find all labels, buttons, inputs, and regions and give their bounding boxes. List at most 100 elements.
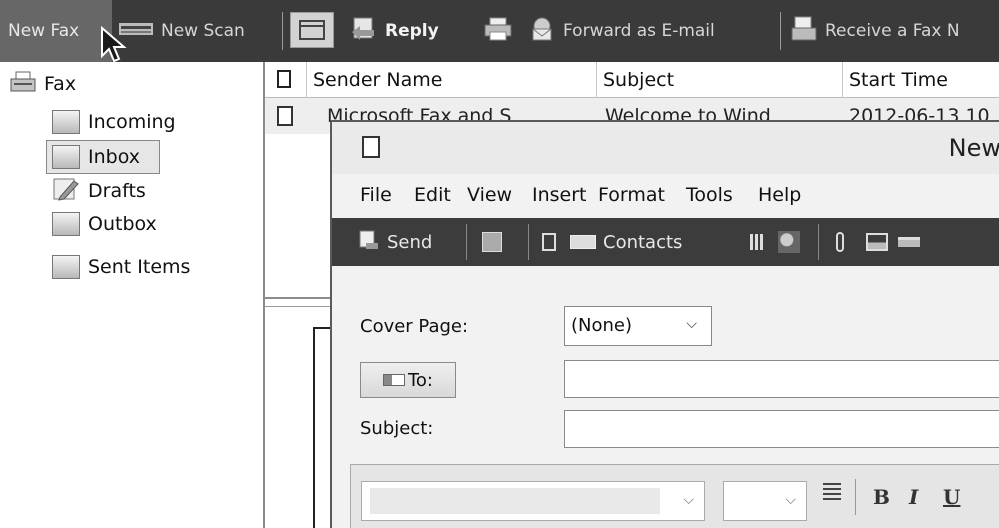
tree-item-label: Incoming xyxy=(88,111,176,133)
to-button[interactable]: To: xyxy=(360,362,456,398)
list-icon xyxy=(823,483,841,501)
forward-as-email-button[interactable]: Forward as E-mail xyxy=(528,14,715,48)
view-toggle-button[interactable] xyxy=(290,12,334,48)
main-toolbar: New Fax New Scan Reply Forward as E-mail xyxy=(0,0,999,63)
receive-fax-button[interactable]: Receive a Fax N xyxy=(790,14,960,48)
cover-page-button[interactable] xyxy=(542,225,556,259)
tree-item-label: Outbox xyxy=(88,213,157,235)
subject-label: Subject: xyxy=(360,418,434,439)
preview-pane-icon xyxy=(290,12,334,48)
column-header-label: Sender Name xyxy=(313,69,443,91)
column-header-subject[interactable]: Subject xyxy=(597,62,843,98)
contacts-button[interactable]: Contacts xyxy=(570,225,682,259)
tree-item-fax[interactable]: Fax xyxy=(10,70,76,98)
folder-tree: Fax Incoming Inbox Drafts Outbox Sent It… xyxy=(0,62,263,528)
chevron-down-icon: ⌵ xyxy=(683,492,694,508)
attach-button[interactable] xyxy=(836,225,844,259)
inbox-folder-icon xyxy=(52,145,80,169)
print-button[interactable] xyxy=(484,14,519,48)
save-icon xyxy=(482,232,502,252)
column-header-type[interactable] xyxy=(265,62,307,98)
font-name-value xyxy=(370,488,660,514)
cover-page-select[interactable]: (None) ⌵ xyxy=(564,306,712,346)
contacts-icon xyxy=(570,235,596,249)
menu-edit[interactable]: Edit xyxy=(414,184,451,206)
new-fax-button[interactable]: New Fax xyxy=(0,0,112,62)
menu-file[interactable]: File xyxy=(360,184,392,206)
to-label: To: xyxy=(407,369,433,391)
cover-page-label: Cover Page: xyxy=(360,316,469,337)
italic-button[interactable]: I xyxy=(909,485,918,509)
printer-icon xyxy=(484,17,512,46)
contacts-label: Contacts xyxy=(603,231,683,253)
menu-help[interactable]: Help xyxy=(758,184,801,206)
check-names-button[interactable] xyxy=(778,225,800,259)
save-button[interactable] xyxy=(482,225,502,259)
font-size-select[interactable]: ⌵ xyxy=(723,481,807,521)
send-button[interactable]: Send xyxy=(358,225,432,259)
font-name-select[interactable]: ⌵ xyxy=(361,481,705,521)
fax-machine-icon xyxy=(10,71,36,98)
dialing-rules-button[interactable] xyxy=(750,225,764,259)
document-icon xyxy=(277,70,291,88)
chevron-down-icon: ⌵ xyxy=(785,492,796,508)
bold-button[interactable]: B xyxy=(873,485,890,509)
tree-item-label: Fax xyxy=(44,73,77,95)
reply-label: Reply xyxy=(385,21,439,41)
menu-tools[interactable]: Tools xyxy=(686,184,733,206)
tree-item-label: Drafts xyxy=(88,180,146,202)
toolbar-divider xyxy=(780,12,781,50)
underline-button[interactable]: U xyxy=(943,485,960,509)
insert-scan-button[interactable] xyxy=(898,225,920,259)
fax-document-icon xyxy=(277,106,293,126)
new-scan-button[interactable]: New Scan xyxy=(118,14,245,48)
sent-items-folder-icon xyxy=(52,255,80,279)
keypad-icon xyxy=(750,234,764,250)
tree-item-sent-items[interactable]: Sent Items xyxy=(52,253,190,281)
incoming-folder-icon xyxy=(52,110,80,134)
new-scan-label: New Scan xyxy=(161,21,245,41)
address-card-icon xyxy=(382,374,405,386)
toolbar-divider xyxy=(528,224,529,260)
check-names-icon xyxy=(778,231,800,253)
menu-insert[interactable]: Insert xyxy=(532,184,587,206)
to-input[interactable] xyxy=(564,360,999,398)
menu-format[interactable]: Format xyxy=(598,184,665,206)
toolbar-divider xyxy=(855,479,856,515)
menu-view[interactable]: View xyxy=(467,184,512,206)
outbox-folder-icon xyxy=(52,212,80,236)
chevron-down-icon: ⌵ xyxy=(686,316,697,332)
subject-input[interactable] xyxy=(564,410,999,448)
bulleted-list-button[interactable] xyxy=(823,483,847,507)
column-header-sender[interactable]: Sender Name xyxy=(307,62,597,98)
reply-icon xyxy=(350,16,378,47)
tree-item-outbox[interactable]: Outbox xyxy=(52,210,157,238)
list-header: Sender Name Subject Start Time xyxy=(265,62,999,98)
send-icon xyxy=(358,229,380,256)
reply-button[interactable]: Reply xyxy=(350,14,439,48)
window-document-icon xyxy=(362,136,380,158)
tree-item-label: Inbox xyxy=(88,146,140,168)
scanner-icon xyxy=(898,237,920,247)
insert-picture-button[interactable] xyxy=(866,225,888,259)
window-title-bar[interactable]: New xyxy=(332,122,999,174)
fax-toolbar: Send Contacts xyxy=(332,218,999,266)
receive-fax-icon xyxy=(790,16,818,47)
scanner-icon xyxy=(118,20,154,43)
receive-fax-label: Receive a Fax N xyxy=(825,21,960,41)
forward-email-icon xyxy=(528,16,556,47)
column-header-start-time[interactable]: Start Time xyxy=(843,62,999,98)
window-title: New xyxy=(948,134,999,162)
cover-page-icon xyxy=(542,233,556,251)
toolbar-divider xyxy=(466,224,467,260)
forward-as-email-label: Forward as E-mail xyxy=(563,21,715,41)
new-fax-label: New Fax xyxy=(8,21,80,41)
tree-item-label: Sent Items xyxy=(88,256,191,278)
menu-bar: File Edit View Insert Format Tools Help xyxy=(332,174,999,218)
toolbar-divider xyxy=(282,12,283,50)
formatting-toolbar: ⌵ ⌵ B I U xyxy=(350,464,999,528)
tree-item-inbox[interactable]: Inbox xyxy=(52,143,140,171)
tree-item-drafts[interactable]: Drafts xyxy=(52,177,146,205)
new-fax-window: New File Edit View Insert Format Tools H… xyxy=(330,120,999,528)
tree-item-incoming[interactable]: Incoming xyxy=(52,108,176,136)
